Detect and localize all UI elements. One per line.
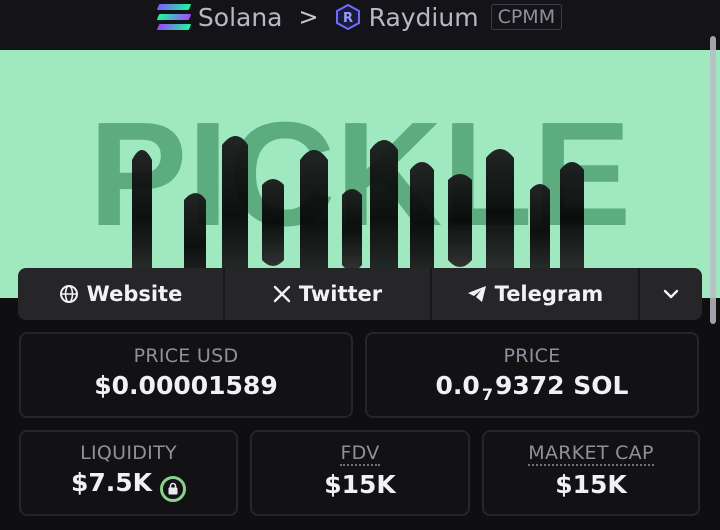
fdv-value: $15K xyxy=(324,470,396,499)
price-native-value: 0.0 79372 SOL xyxy=(435,371,629,404)
telegram-button[interactable]: Telegram xyxy=(432,268,640,320)
raydium-icon: R xyxy=(335,4,360,30)
market-cap-value: $15K xyxy=(555,470,627,499)
fdv-card: FDV $15K xyxy=(250,430,470,516)
chain-label: Solana xyxy=(197,2,283,32)
telegram-label: Telegram xyxy=(494,282,604,306)
breadcrumb: Solana > R Raydium CPMM xyxy=(0,0,720,50)
solana-icon xyxy=(156,4,192,30)
telegram-icon xyxy=(467,286,486,302)
website-label: Website xyxy=(86,282,183,306)
svg-text:R: R xyxy=(343,11,353,26)
social-links-bar: Website Twitter Telegram xyxy=(18,268,702,320)
price-usd-card: PRICE USD $0.00001589 xyxy=(19,332,353,418)
zero-count-subscript: 7 xyxy=(481,385,493,404)
breadcrumb-dex[interactable]: R Raydium CPMM xyxy=(335,2,563,32)
breadcrumb-chain[interactable]: Solana xyxy=(156,2,283,32)
x-logo-icon xyxy=(273,285,291,303)
globe-icon xyxy=(59,285,78,303)
price-usd-label: PRICE USD xyxy=(133,345,239,367)
price-native-card: PRICE 0.0 79372 SOL xyxy=(365,332,699,418)
twitter-label: Twitter xyxy=(298,282,383,306)
price-usd-value: $0.00001589 xyxy=(94,371,278,400)
market-cap-card: MARKET CAP $15K xyxy=(482,430,700,516)
lock-icon[interactable] xyxy=(160,475,187,502)
liquidity-label: LIQUIDITY xyxy=(80,442,177,464)
chevron-down-icon xyxy=(663,289,679,299)
chevron-right-icon: > xyxy=(298,3,319,31)
scrollbar[interactable] xyxy=(710,36,716,324)
token-banner-image: PICKLE xyxy=(0,50,720,298)
twitter-button[interactable]: Twitter xyxy=(225,268,432,320)
website-button[interactable]: Website xyxy=(18,268,225,320)
fdv-label[interactable]: FDV xyxy=(340,442,380,466)
liquidity-card: LIQUIDITY $7.5K xyxy=(19,430,238,516)
market-cap-label[interactable]: MARKET CAP xyxy=(528,442,654,466)
liquidity-value: $7.5K xyxy=(70,468,153,497)
price-label: PRICE xyxy=(503,345,561,367)
dex-label: Raydium xyxy=(368,2,479,32)
token-stats: PRICE USD $0.00001589 PRICE 0.0 79372 SOL… xyxy=(0,320,720,530)
pool-type-badge: CPMM xyxy=(490,4,563,30)
more-links-button[interactable] xyxy=(640,268,702,320)
